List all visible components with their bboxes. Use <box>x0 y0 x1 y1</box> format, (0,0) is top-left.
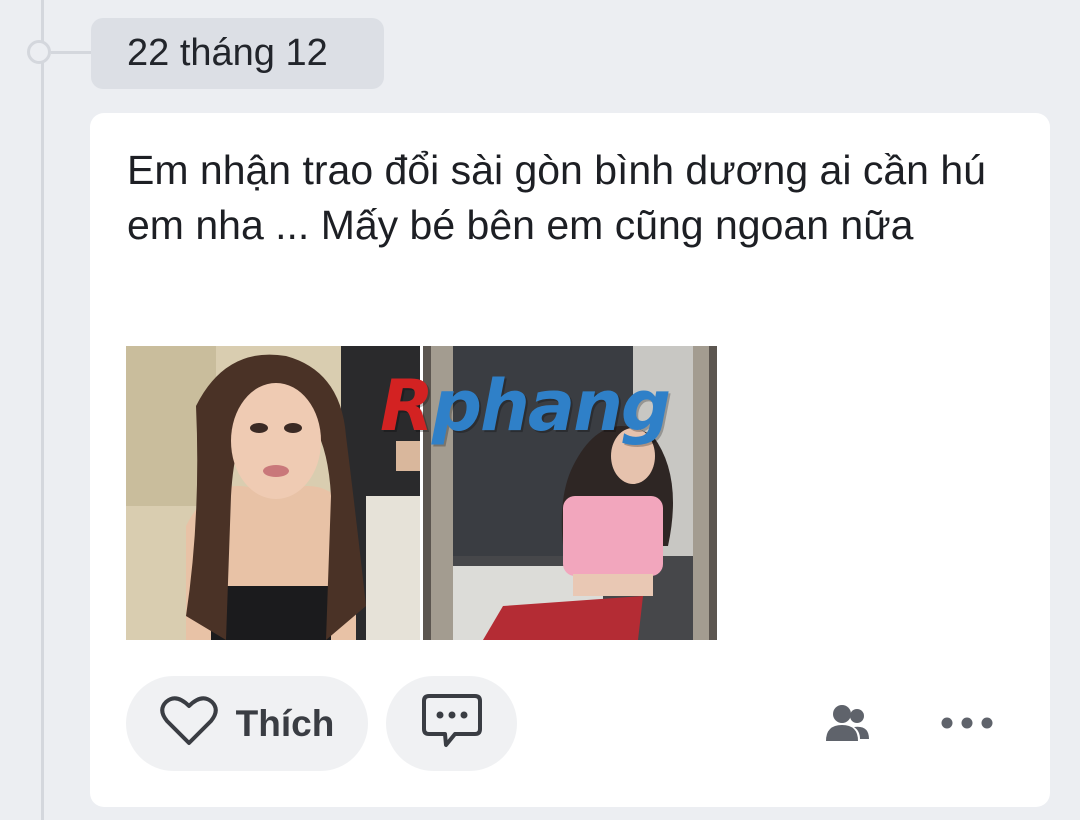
like-button[interactable]: Thích <box>126 676 368 771</box>
friends-icon[interactable] <box>824 703 870 748</box>
post-text: Em nhận trao đổi sài gòn bình dương ai c… <box>127 147 986 248</box>
timeline-node <box>27 40 51 64</box>
watermark-logo: Rphang <box>380 365 671 447</box>
date-header: 22 tháng 12 <box>91 18 384 89</box>
timeline-line <box>41 0 44 820</box>
date-label: 22 tháng 12 <box>127 32 328 74</box>
more-horizontal-icon[interactable] <box>941 713 993 738</box>
timeline-connector <box>51 51 91 54</box>
heart-outline-icon <box>159 695 218 752</box>
comment-button[interactable] <box>386 676 517 771</box>
post-card: Em nhận trao đổi sài gòn bình dương ai c… <box>90 113 1050 807</box>
photo-woman-portrait[interactable] <box>126 346 420 640</box>
comment-bubble-icon <box>421 693 483 754</box>
like-label: Thích <box>235 702 335 744</box>
